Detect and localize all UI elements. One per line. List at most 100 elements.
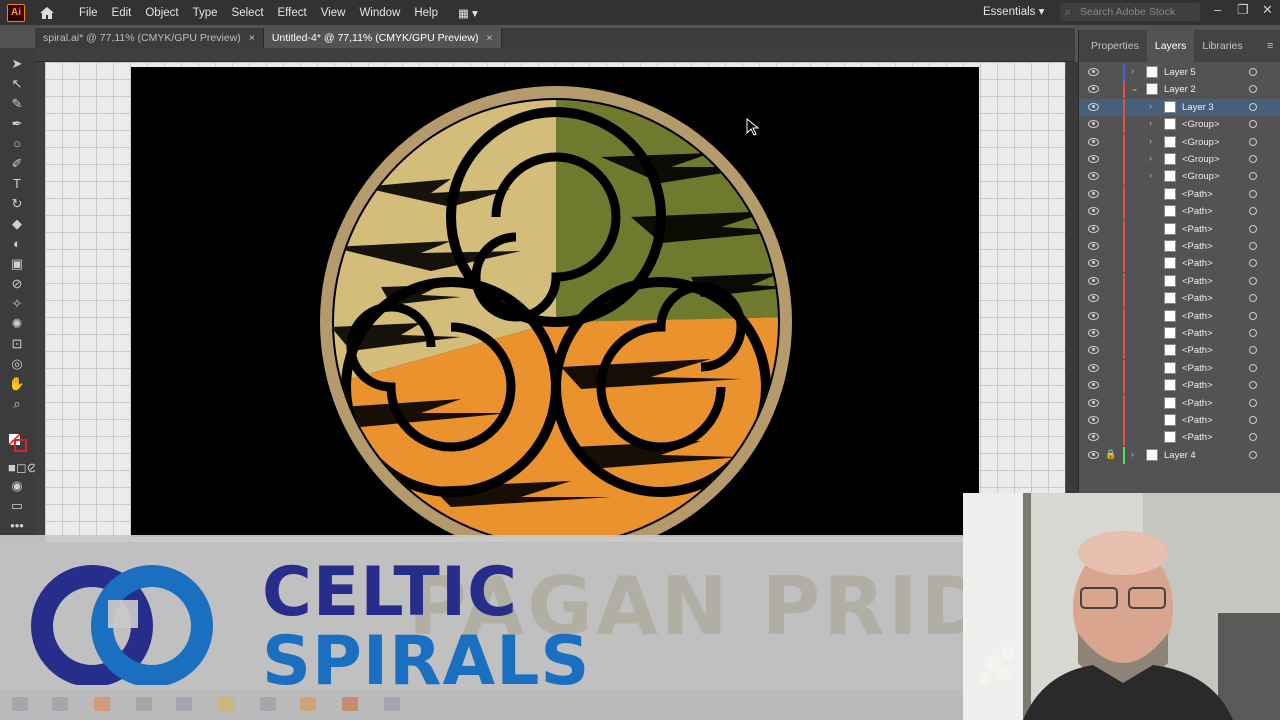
layer-row[interactable]: › Layer 3 <box>1079 98 1280 116</box>
visibility-eye-icon[interactable] <box>1088 329 1099 337</box>
menu-effect[interactable]: Effect <box>278 7 307 19</box>
layer-row[interactable]: <Path> <box>1079 412 1280 429</box>
firefox-icon[interactable] <box>94 697 110 711</box>
lock-icon[interactable]: 🔒 <box>1105 449 1116 460</box>
artboard[interactable] <box>131 67 979 558</box>
layer-row[interactable]: ⌄ Layer 2 <box>1079 81 1280 99</box>
visibility-eye-icon[interactable] <box>1088 120 1099 129</box>
gradient-tool-icon[interactable]: ▣ <box>8 256 26 272</box>
target-circle-icon[interactable] <box>1249 137 1257 146</box>
slice-tool-icon[interactable]: ◎ <box>8 356 26 372</box>
chevron-right-icon[interactable]: › <box>1131 449 1134 459</box>
tab-spiral[interactable]: spiral.ai* @ 77,11% (CMYK/GPU Preview) × <box>35 28 264 48</box>
tab-untitled-4[interactable]: Untitled-4* @ 77,11% (CMYK/GPU Preview) × <box>263 28 502 48</box>
close-icon[interactable]: ✕ <box>1262 2 1273 18</box>
chevron-right-icon[interactable]: › <box>1149 118 1152 128</box>
rotate-tool-icon[interactable]: ↻ <box>8 196 26 212</box>
layer-row[interactable]: <Path> <box>1079 238 1280 255</box>
tab-properties[interactable]: Properties <box>1083 40 1147 52</box>
menu-object[interactable]: Object <box>145 7 178 19</box>
layer-row[interactable]: <Path> <box>1079 185 1280 203</box>
draw-mode-icon[interactable]: ◉ <box>8 478 26 494</box>
vertical-ruler[interactable] <box>35 62 45 542</box>
visibility-eye-icon[interactable] <box>1088 450 1099 459</box>
symbol-sprayer-icon[interactable]: ✺ <box>8 316 26 332</box>
target-circle-icon[interactable] <box>1249 416 1257 424</box>
chevron-right-icon[interactable]: › <box>1149 101 1152 111</box>
layer-row[interactable]: › <Group> <box>1079 151 1280 168</box>
visibility-eye-icon[interactable] <box>1088 242 1099 250</box>
color-mode-icon[interactable]: ■◻⊘ <box>8 460 38 476</box>
layer-row[interactable]: › <Group> <box>1079 168 1280 186</box>
visibility-eye-icon[interactable] <box>1088 381 1099 390</box>
menu-file[interactable]: File <box>79 7 98 19</box>
target-circle-icon[interactable] <box>1249 85 1257 94</box>
home-icon[interactable] <box>37 3 57 23</box>
visibility-eye-icon[interactable] <box>1088 68 1099 76</box>
visibility-eye-icon[interactable] <box>1088 346 1099 355</box>
zoom-tool-icon[interactable]: ⌕ <box>8 396 26 412</box>
target-circle-icon[interactable] <box>1249 450 1257 459</box>
target-circle-icon[interactable] <box>1249 207 1257 216</box>
menu-edit[interactable]: Edit <box>112 7 132 19</box>
layer-row[interactable]: <Path> <box>1079 307 1280 325</box>
layer-row[interactable]: <Path> <box>1079 272 1280 290</box>
layer-row[interactable]: <Path> <box>1079 342 1280 360</box>
menu-help[interactable]: Help <box>414 7 438 19</box>
direct-selection-tool-icon[interactable]: ↖ <box>8 76 26 92</box>
tab-layers[interactable]: Layers <box>1146 30 1195 62</box>
target-circle-icon[interactable] <box>1249 155 1257 163</box>
visibility-eye-icon[interactable] <box>1088 416 1099 424</box>
eyedropper-tool-icon[interactable]: ⊘ <box>8 276 26 292</box>
target-circle-icon[interactable] <box>1249 189 1257 198</box>
vertical-scrollbar[interactable] <box>1066 62 1078 542</box>
target-circle-icon[interactable] <box>1249 433 1257 442</box>
type-tool-icon[interactable]: T <box>8 176 26 192</box>
stock-search-input[interactable]: ⌕ Search Adobe Stock <box>1060 3 1200 21</box>
puppet-warp-icon[interactable]: ✧ <box>8 296 26 312</box>
tab-libraries[interactable]: Libraries <box>1194 40 1250 52</box>
target-circle-icon[interactable] <box>1249 346 1257 355</box>
layer-row[interactable]: › <Group> <box>1079 133 1280 151</box>
visibility-eye-icon[interactable] <box>1088 189 1099 198</box>
target-circle-icon[interactable] <box>1249 120 1257 129</box>
target-circle-icon[interactable] <box>1249 68 1257 76</box>
visibility-eye-icon[interactable] <box>1088 224 1099 233</box>
layer-row[interactable]: › <Group> <box>1079 116 1280 134</box>
target-circle-icon[interactable] <box>1249 311 1257 320</box>
fill-stroke-icon[interactable] <box>8 433 27 452</box>
target-circle-icon[interactable] <box>1249 259 1257 268</box>
visibility-eye-icon[interactable] <box>1088 155 1099 163</box>
task-view-icon[interactable] <box>52 697 68 711</box>
visibility-eye-icon[interactable] <box>1088 294 1099 303</box>
mail-icon[interactable] <box>260 697 276 711</box>
horizontal-ruler[interactable] <box>35 48 1075 62</box>
close-tab-icon[interactable]: × <box>486 32 492 44</box>
screen-mode-icon[interactable]: ▭ <box>8 498 26 514</box>
layer-row[interactable]: <Path> <box>1079 255 1280 273</box>
target-circle-icon[interactable] <box>1249 398 1257 407</box>
layer-row[interactable]: <Path> <box>1079 377 1280 395</box>
visibility-eye-icon[interactable] <box>1088 137 1099 146</box>
layer-row[interactable]: <Path> <box>1079 325 1280 342</box>
visibility-eye-icon[interactable] <box>1088 276 1099 285</box>
illustrator-taskbar-icon[interactable] <box>342 697 358 711</box>
visibility-eye-icon[interactable] <box>1088 85 1099 94</box>
app-icon[interactable] <box>136 697 152 711</box>
visibility-eye-icon[interactable] <box>1088 398 1099 407</box>
chevron-right-icon[interactable]: › <box>1149 153 1152 163</box>
vlc-icon[interactable] <box>300 697 316 711</box>
windows-start-icon[interactable] <box>12 697 28 711</box>
target-circle-icon[interactable] <box>1249 381 1257 390</box>
chevron-right-icon[interactable]: › <box>1149 170 1152 180</box>
visibility-eye-icon[interactable] <box>1088 102 1099 111</box>
menu-type[interactable]: Type <box>193 7 218 19</box>
visibility-eye-icon[interactable] <box>1088 172 1099 181</box>
hand-tool-icon[interactable]: ✋ <box>8 376 26 392</box>
more-tools-icon[interactable]: ••• <box>8 518 26 534</box>
target-circle-icon[interactable] <box>1249 276 1257 285</box>
close-tab-icon[interactable]: × <box>249 32 255 44</box>
target-circle-icon[interactable] <box>1249 102 1257 111</box>
layer-row[interactable]: 🔒 › Layer 4 <box>1079 446 1280 464</box>
ellipse-tool-icon[interactable]: ○ <box>8 136 26 152</box>
